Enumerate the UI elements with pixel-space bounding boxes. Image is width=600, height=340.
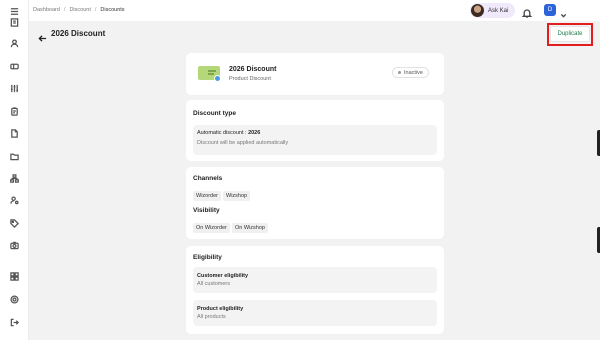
camera-icon[interactable]: [9, 240, 20, 251]
sidebar: [0, 0, 29, 340]
channel-chip-wizshop: Wizshop: [223, 191, 251, 201]
breadcrumb: Dashboard / Discount / Discounts: [33, 7, 125, 13]
page-header: 2026 Discount Duplicate: [29, 21, 600, 51]
file-icon[interactable]: [9, 128, 20, 139]
product-eligibility-value: All products: [197, 314, 226, 320]
breadcrumb-discount[interactable]: Discount: [69, 7, 90, 13]
avatar[interactable]: D: [544, 4, 556, 16]
book-icon[interactable]: [9, 17, 20, 28]
product-eligibility-label: Product eligibility: [197, 306, 244, 312]
channels-heading: Channels: [193, 175, 223, 182]
automatic-discount-box: Automatic discount : 2026 Discount will …: [193, 125, 437, 155]
ask-kai-label: Ask Kai: [488, 7, 509, 14]
chevron-down-icon[interactable]: [560, 6, 567, 18]
discount-summary-card: 2026 Discount Product Discount Inactive: [186, 53, 444, 95]
breadcrumb-separator: /: [63, 7, 66, 13]
channels-visibility-card: Channels Wizorder Wizshop Visibility On …: [186, 167, 444, 239]
user-settings-icon[interactable]: [9, 195, 20, 206]
kai-avatar: [471, 4, 484, 17]
discount-thumbnail-icon: [198, 66, 221, 82]
customer-eligibility-box: Customer eligibility All customers: [193, 267, 437, 293]
page-title: 2026 Discount: [51, 29, 106, 38]
channel-chip-wizorder: Wizorder: [193, 191, 222, 201]
discount-type-heading: Discount type: [193, 110, 236, 117]
network-icon[interactable]: [9, 173, 20, 184]
bell-icon[interactable]: [521, 5, 533, 18]
automatic-discount-code: 2026: [248, 130, 261, 136]
folder-icon[interactable]: [9, 151, 20, 162]
status-text: Inactive: [404, 69, 423, 76]
automatic-discount-label: Automatic discount :: [197, 130, 249, 136]
menu-icon[interactable]: [9, 6, 20, 17]
customer-eligibility-value: All customers: [197, 281, 231, 287]
eligibility-heading: Eligibility: [193, 254, 222, 261]
user-icon[interactable]: [9, 38, 20, 49]
discount-name: 2026 Discount: [229, 66, 277, 73]
discount-type-card: Discount type Automatic discount : 2026 …: [186, 100, 444, 161]
tag-icon[interactable]: [9, 218, 20, 229]
breadcrumb-separator: /: [94, 7, 97, 13]
duplicate-highlight-box: [547, 23, 593, 46]
status-dot-icon: [398, 71, 401, 74]
customer-eligibility-label: Customer eligibility: [197, 273, 249, 279]
ask-kai-button[interactable]: Ask Kai: [470, 3, 516, 18]
visibility-heading: Visibility: [193, 207, 220, 214]
visibility-chip-wizshop: On Wizshop: [232, 223, 268, 233]
grid-icon[interactable]: [9, 271, 20, 282]
ticket-icon[interactable]: [9, 61, 20, 72]
sliders-icon[interactable]: [9, 83, 20, 94]
visibility-chip-wizorder: On Wizorder: [193, 223, 230, 233]
clipboard-icon[interactable]: [9, 106, 20, 117]
discount-type-label: Product Discount: [229, 76, 271, 82]
eligibility-card: Eligibility Customer eligibility All cus…: [186, 246, 444, 334]
automatic-discount-line: Automatic discount : 2026: [197, 130, 260, 136]
breadcrumb-discounts: Discounts: [100, 7, 125, 13]
back-arrow-icon[interactable]: [38, 30, 47, 42]
settings-icon[interactable]: [9, 294, 20, 305]
logout-icon[interactable]: [9, 317, 20, 328]
product-eligibility-box: Product eligibility All products: [193, 300, 437, 326]
breadcrumb-dashboard[interactable]: Dashboard: [33, 7, 60, 13]
automatic-discount-description: Discount will be applied automatically: [197, 140, 289, 146]
status-badge: Inactive: [392, 67, 429, 78]
